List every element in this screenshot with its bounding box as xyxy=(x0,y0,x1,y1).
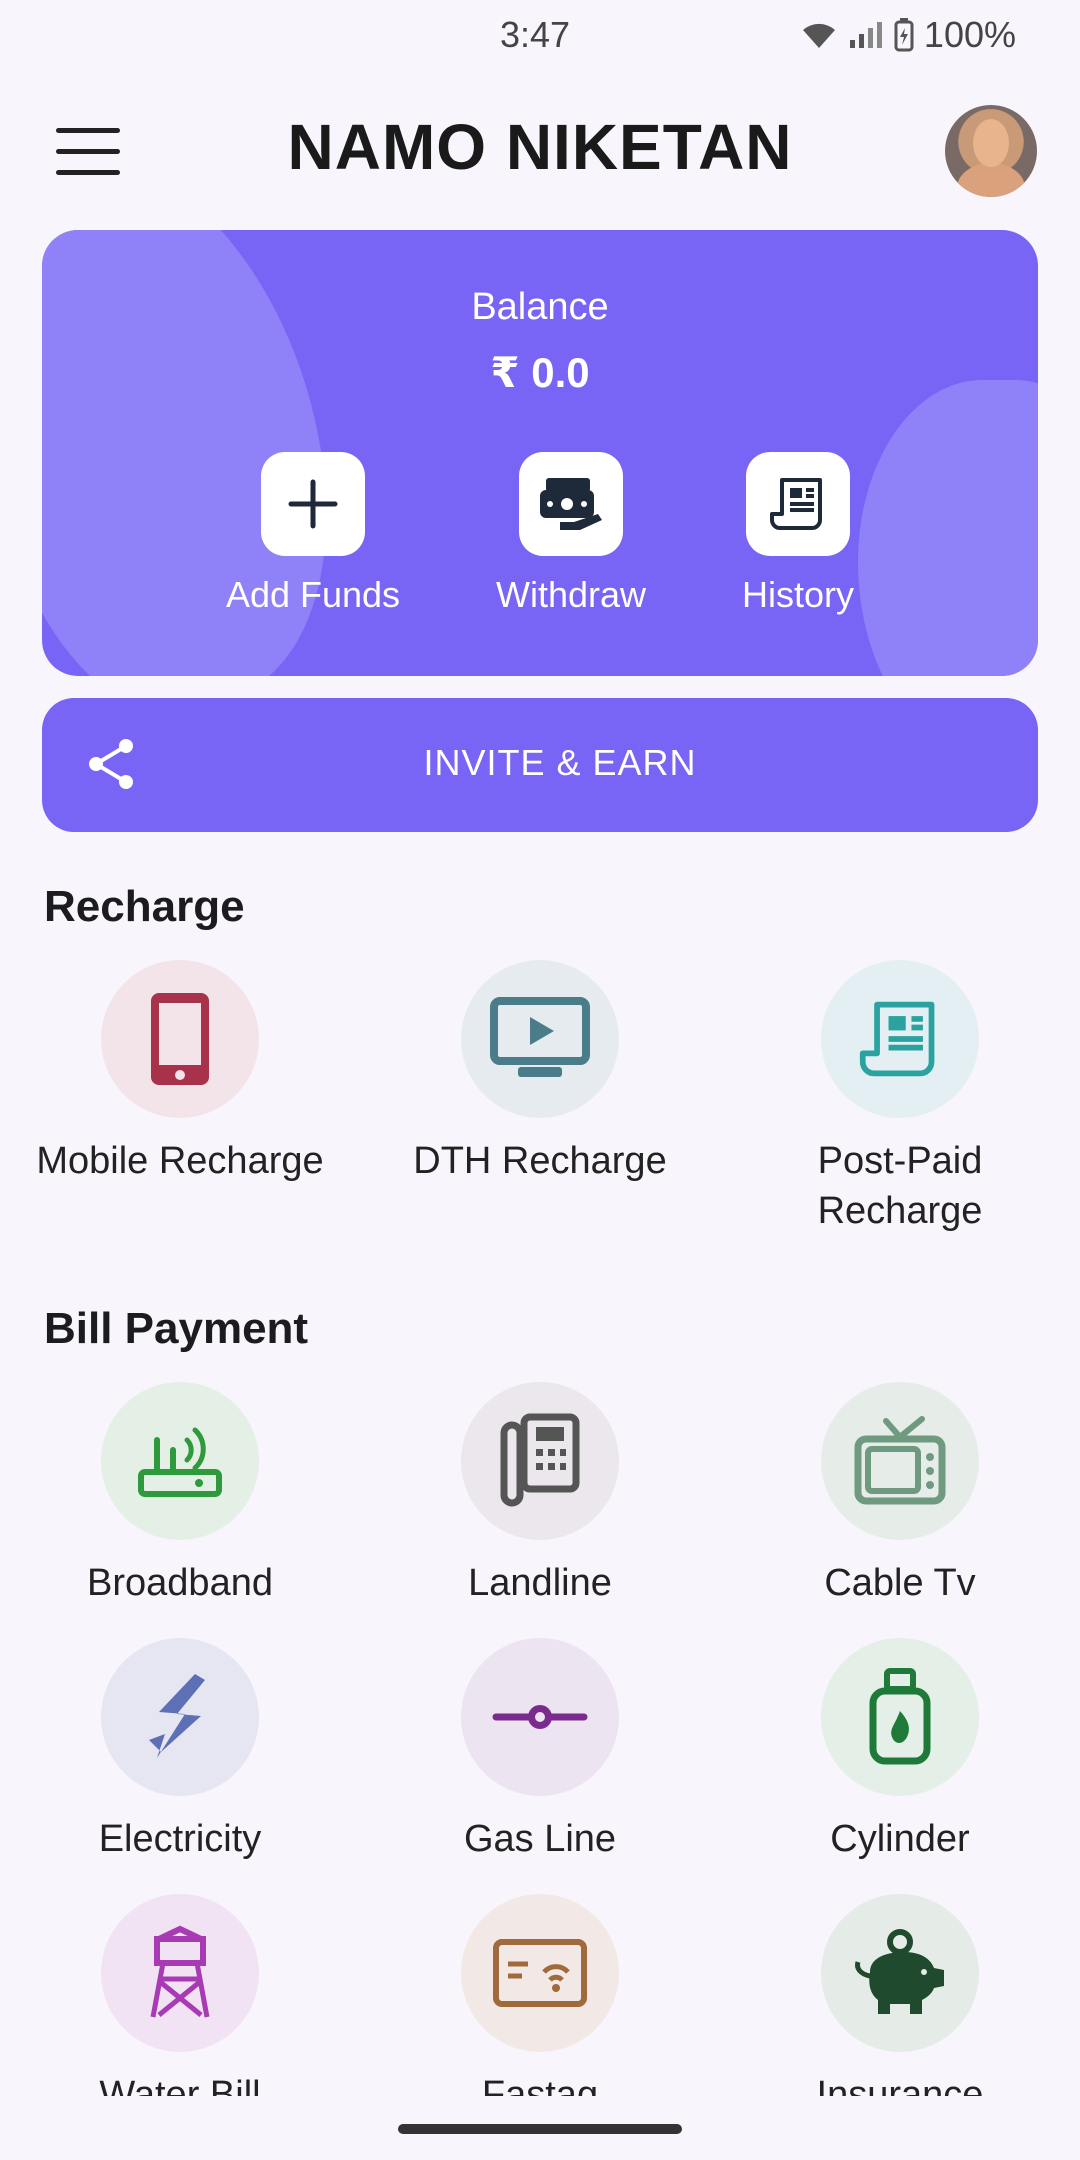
mobile-phone-icon xyxy=(151,993,209,1085)
gas-line-label: Gas Line xyxy=(463,1818,617,1860)
postpaid-recharge-tile[interactable]: Post-Paid Recharge xyxy=(750,960,1050,1236)
signal-icon xyxy=(849,22,882,48)
mobile-recharge-tile[interactable]: Mobile Recharge xyxy=(30,960,330,1186)
cable-tv-label: Cable Tv xyxy=(824,1562,976,1604)
history-button[interactable]: History xyxy=(698,452,898,616)
broadband-label: Broadband xyxy=(87,1562,273,1604)
home-indicator[interactable] xyxy=(398,2124,682,2134)
balance-label: Balance xyxy=(471,286,609,328)
avatar[interactable] xyxy=(945,105,1037,197)
dth-recharge-tile[interactable]: DTH Recharge xyxy=(390,960,690,1186)
bill-payment-section-title: Bill Payment xyxy=(44,1304,309,1353)
broadband-tile[interactable]: Broadband xyxy=(30,1382,330,1608)
piggy-bank-icon xyxy=(855,1929,944,2014)
invite-label: INVITE & EARN xyxy=(423,742,697,783)
app-bar: NAMO NIKETAN xyxy=(0,100,1080,210)
dth-recharge-label: DTH Recharge xyxy=(413,1140,667,1182)
gas-line-tile[interactable]: Gas Line xyxy=(390,1638,690,1864)
insurance-tile[interactable]: Insurance xyxy=(750,1894,1050,2096)
receipt-icon xyxy=(859,1001,935,1077)
balance-value: ₹ 0.0 xyxy=(490,349,590,396)
landline-phone-icon xyxy=(500,1413,580,1507)
fastag-tile[interactable]: Fastag xyxy=(390,1894,690,2096)
fastag-card-icon xyxy=(493,1939,587,2007)
electricity-label: Electricity xyxy=(98,1818,262,1860)
water-bill-label: Water Bill xyxy=(99,2074,261,2096)
lightning-icon xyxy=(149,1674,205,1758)
landline-label: Landline xyxy=(468,1562,612,1604)
invite-earn-button[interactable]: INVITE & EARN xyxy=(42,698,1038,832)
wifi-icon xyxy=(802,23,835,48)
fastag-label: Fastag xyxy=(481,2074,599,2096)
add-funds-label: Add Funds xyxy=(225,574,401,615)
cylinder-label: Cylinder xyxy=(830,1818,970,1860)
tv-icon xyxy=(854,1416,946,1505)
history-label: History xyxy=(741,574,854,615)
status-icons: 100% xyxy=(800,14,1016,56)
water-bill-tile[interactable]: Water Bill xyxy=(30,1894,330,2096)
status-time: 3:47 xyxy=(500,14,571,55)
status-bar: 3:47 100% xyxy=(0,0,1080,72)
mobile-recharge-label: Mobile Recharge xyxy=(36,1140,324,1182)
app-title: NAMO NIKETAN xyxy=(287,111,793,183)
electricity-tile[interactable]: Electricity xyxy=(30,1638,330,1864)
gas-pipe-icon xyxy=(492,1705,588,1729)
battery-icon xyxy=(894,18,914,52)
plus-icon xyxy=(288,479,338,529)
postpaid-recharge-label: Post-Paid Recharge xyxy=(817,1140,983,1232)
balance-card: Balance ₹ 0.0 Add Funds Withdraw History xyxy=(42,230,1038,676)
cash-hand-icon xyxy=(540,478,602,530)
router-icon xyxy=(138,1427,222,1497)
insurance-label: Insurance xyxy=(816,2074,984,2096)
gas-cylinder-icon xyxy=(869,1668,931,1765)
add-funds-button[interactable]: Add Funds xyxy=(213,452,413,616)
withdraw-button[interactable]: Withdraw xyxy=(471,452,671,616)
water-tower-icon xyxy=(150,1925,210,2018)
recharge-section-title: Recharge xyxy=(44,882,245,931)
cylinder-tile[interactable]: Cylinder xyxy=(750,1638,1050,1864)
tv-play-icon xyxy=(490,997,590,1077)
bill-payment-grid: Broadband Landline Cable Tv Electricity … xyxy=(0,1376,1080,2096)
battery-percent: 100% xyxy=(923,14,1016,55)
landline-tile[interactable]: Landline xyxy=(390,1382,690,1608)
withdraw-label: Withdraw xyxy=(495,574,647,615)
receipt-icon xyxy=(770,478,822,530)
cable-tv-tile[interactable]: Cable Tv xyxy=(750,1382,1050,1608)
